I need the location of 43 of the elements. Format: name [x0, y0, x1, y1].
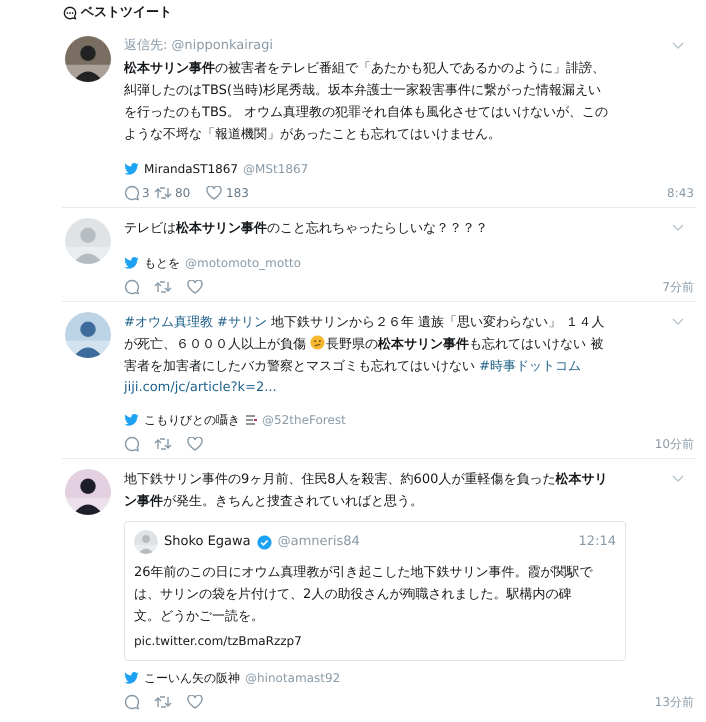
chevron-down-icon[interactable] — [672, 224, 684, 232]
retweet-icon[interactable] — [154, 437, 172, 451]
retweet-count: 80 — [175, 184, 190, 202]
picture-link[interactable]: pic.twitter.com/tzBmaRzzp7 — [134, 632, 302, 650]
chevron-down-icon[interactable] — [672, 318, 684, 326]
reply-icon[interactable] — [124, 278, 140, 294]
chevron-down-icon[interactable] — [672, 42, 684, 50]
section-title: ベストツイート — [81, 4, 172, 22]
author-name[interactable]: こーいん矢の阪神 — [144, 669, 240, 687]
confused-face-icon — [310, 334, 326, 350]
hashtag-link[interactable]: #オウム真理教 — [124, 314, 213, 330]
author-name[interactable]: MirandaST1867 — [144, 160, 238, 178]
reply-label: 返信先: — [124, 37, 168, 55]
chevron-down-icon[interactable] — [672, 475, 684, 483]
bird-icon — [124, 414, 139, 426]
reply-icon[interactable] — [124, 694, 140, 710]
heart-icon[interactable] — [187, 280, 203, 294]
heart-icon[interactable] — [187, 695, 203, 709]
heart-icon[interactable] — [187, 437, 203, 451]
like-count: 183 — [226, 184, 249, 202]
hashtag-link[interactable]: #時事ドットコム — [479, 358, 582, 374]
speech-bubble-icon — [63, 6, 77, 20]
retweet-icon[interactable] — [154, 186, 172, 200]
tweet-text: テレビは松本サリン事件のこと忘れちゃったらしいな？？？？ — [124, 220, 489, 238]
quoted-time: 12:14 — [578, 533, 616, 552]
bird-icon — [124, 672, 139, 684]
article-link[interactable]: jiji.com/jc/article?k=2... — [124, 378, 277, 397]
quoted-author-name[interactable]: Shoko Egawa — [164, 532, 251, 552]
reply-icon[interactable] — [124, 184, 140, 200]
hashtag-link[interactable]: #サリン — [217, 314, 267, 330]
quoted-tweet-text: 26年前のこの日にオウム真理教が引き起こした地下鉄サリン事件。霞が関駅では、サリンの袋を片付けて、2人の助役さんが殉職されました。駅構内の碑文。どうかご一読を。 — [134, 564, 594, 626]
retweet-icon[interactable] — [154, 695, 172, 709]
author-name[interactable]: もとを — [144, 254, 180, 272]
tweet-text: 地下鉄サリン事件の9ヶ月前、住民8人を殺害、約600人が重軽傷を負った松本サリン事件が発生。きちんと捜査されていればと思う。 — [124, 471, 608, 511]
author-name[interactable]: こもりびとの囁き — [144, 411, 240, 429]
reply-count: 3 — [142, 184, 150, 202]
reply-icon[interactable] — [124, 436, 140, 452]
tweet-text: 松本サリン事件の被害者をテレビ番組で「あたかも犯人であるかのように」誹謗、糾弾したのはTBS(当時)杉尾秀哉。坂本弁護士一家殺害事件に繋がった情報漏えいを行ったのもTBS。 オウム真理教の犯罪それ自体も風化させてはいけないが、このような不埒な「報道機関」があったことも忘れてはいけません。 — [124, 60, 610, 144]
quoted-tweet-card[interactable]: Shoko Egawa @amneris84 12:14 26年前のこの日にオウム真理教が引き起こした地下鉄サリン事件。霞が関駅では、サリンの袋を片付けて、2人の助役さんが殉職されました。駅構内の碑文。どうかご一読を。 pic.twitter.com/tzBmaRzzp7 — [124, 521, 626, 661]
bird-icon — [124, 162, 139, 174]
retweet-icon[interactable] — [154, 280, 172, 294]
heart-icon[interactable] — [206, 186, 222, 200]
bird-icon — [124, 256, 139, 268]
